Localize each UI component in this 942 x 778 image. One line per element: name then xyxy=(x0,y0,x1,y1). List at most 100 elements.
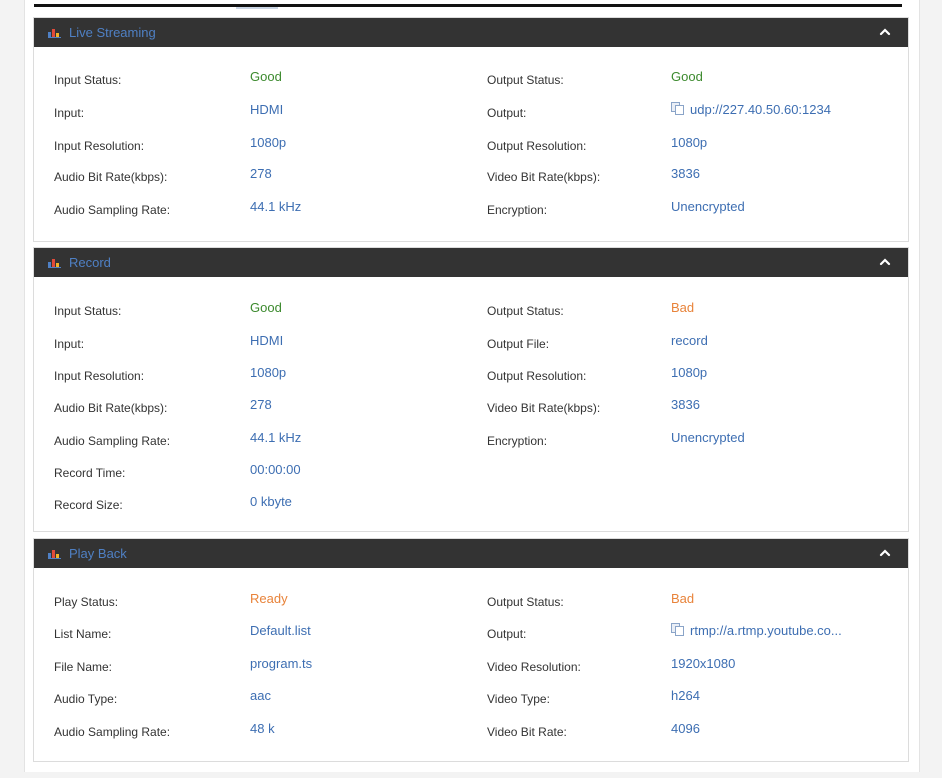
live-row-1: Input Status: Good Output Status: Good xyxy=(34,69,908,89)
record-input-resolution-label: Input Resolution: xyxy=(54,369,145,383)
record-input-value: HDMI xyxy=(250,333,284,348)
live-streaming-header[interactable]: Live Streaming xyxy=(34,18,908,47)
playback-output-label: Output: xyxy=(487,627,527,641)
record-size-value: 0 kbyte xyxy=(250,494,292,509)
record-audio-bitrate-label: Audio Bit Rate(kbps): xyxy=(54,401,168,415)
live-output-status-label: Output Status: xyxy=(487,73,564,87)
live-row-3: Input Resolution: 1080p Output Resolutio… xyxy=(34,135,908,155)
playback-output-url: rtmp://a.rtmp.youtube.co... xyxy=(690,623,842,638)
top-tab-indicator xyxy=(236,7,278,9)
live-audio-sampling-label: Audio Sampling Rate: xyxy=(54,203,171,217)
live-streaming-title: Live Streaming xyxy=(69,25,156,40)
record-encryption-value: Unencrypted xyxy=(671,430,745,445)
record-row-3: Input Resolution: 1080p Output Resolutio… xyxy=(34,365,908,385)
live-row-4: Audio Bit Rate(kbps): 278 Video Bit Rate… xyxy=(34,166,908,186)
record-title: Record xyxy=(69,255,111,270)
record-input-label: Input: xyxy=(54,337,85,351)
playback-panel: Play Back Play Status: Ready Output Stat… xyxy=(33,538,909,762)
file-name-value: program.ts xyxy=(250,656,313,671)
playback-row-5: Audio Sampling Rate: 48 k Video Bit Rate… xyxy=(34,721,908,741)
collapse-chevron-icon[interactable] xyxy=(876,544,894,562)
record-row-2: Input: HDMI Output File: record xyxy=(34,333,908,353)
live-input-resolution-label: Input Resolution: xyxy=(54,139,145,153)
live-audio-bitrate-label: Audio Bit Rate(kbps): xyxy=(54,170,168,184)
record-encryption-label: Encryption: xyxy=(487,434,548,448)
audio-type-label: Audio Type: xyxy=(54,692,118,706)
record-row-6: Record Time: 00:00:00 xyxy=(34,462,908,482)
bar-chart-icon xyxy=(48,29,61,38)
list-name-value: Default.list xyxy=(250,623,311,638)
collapse-chevron-icon[interactable] xyxy=(876,23,894,41)
record-output-resolution-label: Output Resolution: xyxy=(487,369,587,383)
live-output-url: udp://227.40.50.60:1234 xyxy=(690,102,831,117)
live-audio-sampling-value: 44.1 kHz xyxy=(250,199,302,214)
bar-chart-icon xyxy=(48,259,61,268)
record-output-status-value: Bad xyxy=(671,300,695,315)
live-video-bitrate-label: Video Bit Rate(kbps): xyxy=(487,170,601,184)
playback-row-1: Play Status: Ready Output Status: Bad xyxy=(34,591,908,611)
record-output-status-label: Output Status: xyxy=(487,304,564,318)
live-input-resolution-value: 1080p xyxy=(250,135,287,150)
playback-output-value-wrap[interactable]: rtmp://a.rtmp.youtube.co... xyxy=(671,623,842,638)
playback-row-3: File Name: program.ts Video Resolution: … xyxy=(34,656,908,676)
record-output-resolution-value: 1080p xyxy=(671,365,708,380)
playback-row-2: List Name: Default.list Output: rtmp://a… xyxy=(34,623,908,643)
record-output-file-value: record xyxy=(671,333,708,348)
playback-audio-sampling-value: 48 k xyxy=(250,721,275,736)
playback-output-status-value: Bad xyxy=(671,591,695,606)
record-row-1: Input Status: Good Output Status: Bad xyxy=(34,300,908,320)
record-video-bitrate-label: Video Bit Rate(kbps): xyxy=(487,401,601,415)
collapse-chevron-icon[interactable] xyxy=(876,253,894,271)
live-output-value-wrap[interactable]: udp://227.40.50.60:1234 xyxy=(671,102,831,117)
live-input-value: HDMI xyxy=(250,102,284,117)
record-output-file-label: Output File: xyxy=(487,337,550,351)
live-input-status-value: Good xyxy=(250,69,282,84)
record-panel: Record Input Status: Good Output Status:… xyxy=(33,247,909,532)
playback-row-4: Audio Type: aac Video Type: h264 xyxy=(34,688,908,708)
live-streaming-panel: Live Streaming Input Status: Good Output… xyxy=(33,17,909,242)
live-output-status-value: Good xyxy=(671,69,703,84)
record-time-value: 00:00:00 xyxy=(250,462,301,477)
live-input-status-label: Input Status: xyxy=(54,73,122,87)
list-name-label: List Name: xyxy=(54,627,112,641)
video-resolution-label: Video Resolution: xyxy=(487,660,581,674)
live-audio-bitrate-value: 278 xyxy=(250,166,272,181)
video-type-label: Video Type: xyxy=(487,692,550,706)
copy-icon[interactable] xyxy=(671,102,684,115)
record-audio-sampling-label: Audio Sampling Rate: xyxy=(54,434,171,448)
playback-video-bitrate-value: 4096 xyxy=(671,721,700,736)
live-output-resolution-value: 1080p xyxy=(671,135,708,150)
live-output-resolution-label: Output Resolution: xyxy=(487,139,587,153)
live-input-label: Input: xyxy=(54,106,85,120)
record-row-4: Audio Bit Rate(kbps): 278 Video Bit Rate… xyxy=(34,397,908,417)
file-name-label: File Name: xyxy=(54,660,113,674)
video-resolution-value: 1920x1080 xyxy=(671,656,736,671)
copy-icon[interactable] xyxy=(671,623,684,636)
play-status-label: Play Status: xyxy=(54,595,119,609)
playback-header[interactable]: Play Back xyxy=(34,539,908,568)
top-divider xyxy=(34,4,902,7)
playback-video-bitrate-label: Video Bit Rate: xyxy=(487,725,567,739)
live-encryption-value: Unencrypted xyxy=(671,199,745,214)
playback-title: Play Back xyxy=(69,546,127,561)
record-header[interactable]: Record xyxy=(34,248,908,277)
record-row-5: Audio Sampling Rate: 44.1 kHz Encryption… xyxy=(34,430,908,450)
record-input-resolution-value: 1080p xyxy=(250,365,287,380)
playback-output-status-label: Output Status: xyxy=(487,595,564,609)
record-row-7: Record Size: 0 kbyte xyxy=(34,494,908,514)
record-time-label: Record Time: xyxy=(54,466,126,480)
record-video-bitrate-value: 3836 xyxy=(671,397,700,412)
play-status-value: Ready xyxy=(250,591,288,606)
record-size-label: Record Size: xyxy=(54,498,123,512)
live-encryption-label: Encryption: xyxy=(487,203,548,217)
video-type-value: h264 xyxy=(671,688,700,703)
record-input-status-label: Input Status: xyxy=(54,304,122,318)
record-input-status-value: Good xyxy=(250,300,282,315)
live-video-bitrate-value: 3836 xyxy=(671,166,700,181)
record-audio-sampling-value: 44.1 kHz xyxy=(250,430,302,445)
audio-type-value: aac xyxy=(250,688,271,703)
record-audio-bitrate-value: 278 xyxy=(250,397,272,412)
live-row-5: Audio Sampling Rate: 44.1 kHz Encryption… xyxy=(34,199,908,219)
live-row-2: Input: HDMI Output: udp://227.40.50.60:1… xyxy=(34,102,908,122)
playback-audio-sampling-label: Audio Sampling Rate: xyxy=(54,725,171,739)
